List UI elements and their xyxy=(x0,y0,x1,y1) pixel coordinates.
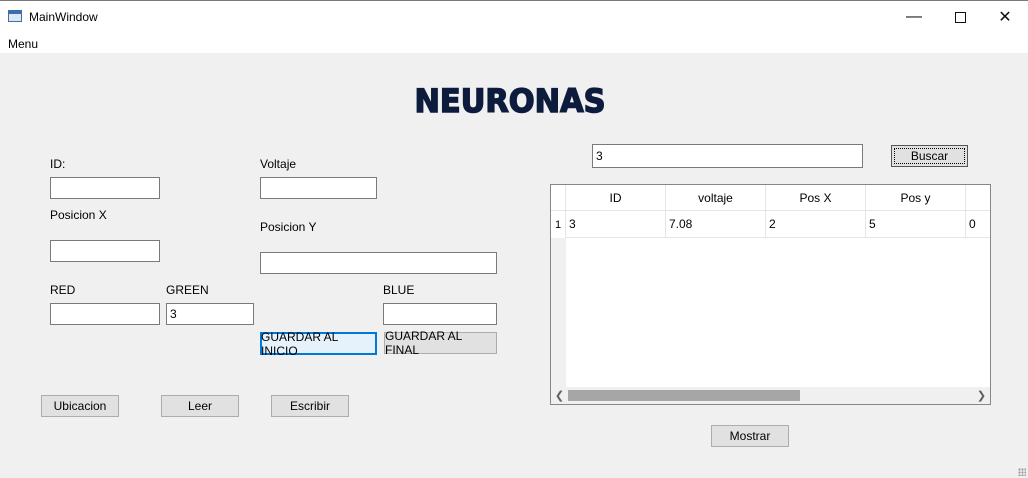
table-cell[interactable]: 5 xyxy=(866,211,966,238)
menu-bar: Menu xyxy=(0,32,1028,53)
row-header-area xyxy=(551,238,566,388)
column-header-posx[interactable]: Pos X xyxy=(766,185,866,211)
window-title: MainWindow xyxy=(29,10,98,24)
id-label: ID: xyxy=(50,157,66,171)
posy-field[interactable] xyxy=(260,252,497,274)
escribir-button[interactable]: Escribir xyxy=(271,395,349,417)
guardar-inicio-button[interactable]: GUARDAR AL INICIO xyxy=(260,330,377,358)
column-header-extra[interactable] xyxy=(966,185,990,211)
blue-label: BLUE xyxy=(383,283,415,297)
close-icon[interactable]: ✕ xyxy=(982,1,1028,33)
minimize-icon[interactable]: — xyxy=(891,1,937,33)
scroll-right-icon[interactable]: ❯ xyxy=(973,387,990,404)
table-cell[interactable]: 3 xyxy=(566,211,666,238)
row-header[interactable]: 1 xyxy=(551,211,566,238)
horizontal-scrollbar[interactable]: ❮ ❯ xyxy=(551,387,990,404)
table-cell[interactable]: 7.08 xyxy=(666,211,766,238)
neuronas-table[interactable]: ID voltaje Pos X Pos y 1 3 7.08 2 5 0 ❮ … xyxy=(550,184,991,405)
maximize-icon[interactable] xyxy=(937,1,983,33)
table-cell[interactable]: 0 xyxy=(966,211,990,238)
id-field[interactable] xyxy=(50,177,160,199)
green-field[interactable] xyxy=(166,303,254,325)
resize-grip-icon[interactable] xyxy=(1018,468,1026,476)
posx-label: Posicion X xyxy=(50,208,107,222)
ubicacion-button[interactable]: Ubicacion xyxy=(41,395,119,417)
page-title: NEURONAS xyxy=(414,81,606,121)
voltaje-field[interactable] xyxy=(260,177,377,199)
column-header-id[interactable]: ID xyxy=(566,185,666,211)
table-cell[interactable]: 2 xyxy=(766,211,866,238)
red-label: RED xyxy=(50,283,76,297)
green-label: GREEN xyxy=(166,283,209,297)
posy-label: Posicion Y xyxy=(260,220,317,234)
scroll-left-icon[interactable]: ❮ xyxy=(551,387,568,404)
menu-item-menu[interactable]: Menu xyxy=(8,37,38,51)
posx-field[interactable] xyxy=(50,240,160,262)
blue-field[interactable] xyxy=(383,303,497,325)
guardar-final-button[interactable]: GUARDAR AL FINAL xyxy=(384,329,497,357)
column-header-voltaje[interactable]: voltaje xyxy=(666,185,766,211)
scroll-thumb[interactable] xyxy=(568,390,800,401)
voltaje-label: Voltaje xyxy=(260,157,297,171)
red-field[interactable] xyxy=(50,303,160,325)
title-bar: MainWindow — ✕ xyxy=(0,0,1028,32)
buscar-button[interactable]: Buscar xyxy=(891,145,968,167)
column-header-posy[interactable]: Pos y xyxy=(866,185,966,211)
search-input[interactable] xyxy=(592,144,863,168)
mostrar-button[interactable]: Mostrar xyxy=(711,425,789,447)
table-corner[interactable] xyxy=(551,185,566,211)
app-window-icon xyxy=(8,10,22,22)
leer-button[interactable]: Leer xyxy=(161,395,239,417)
